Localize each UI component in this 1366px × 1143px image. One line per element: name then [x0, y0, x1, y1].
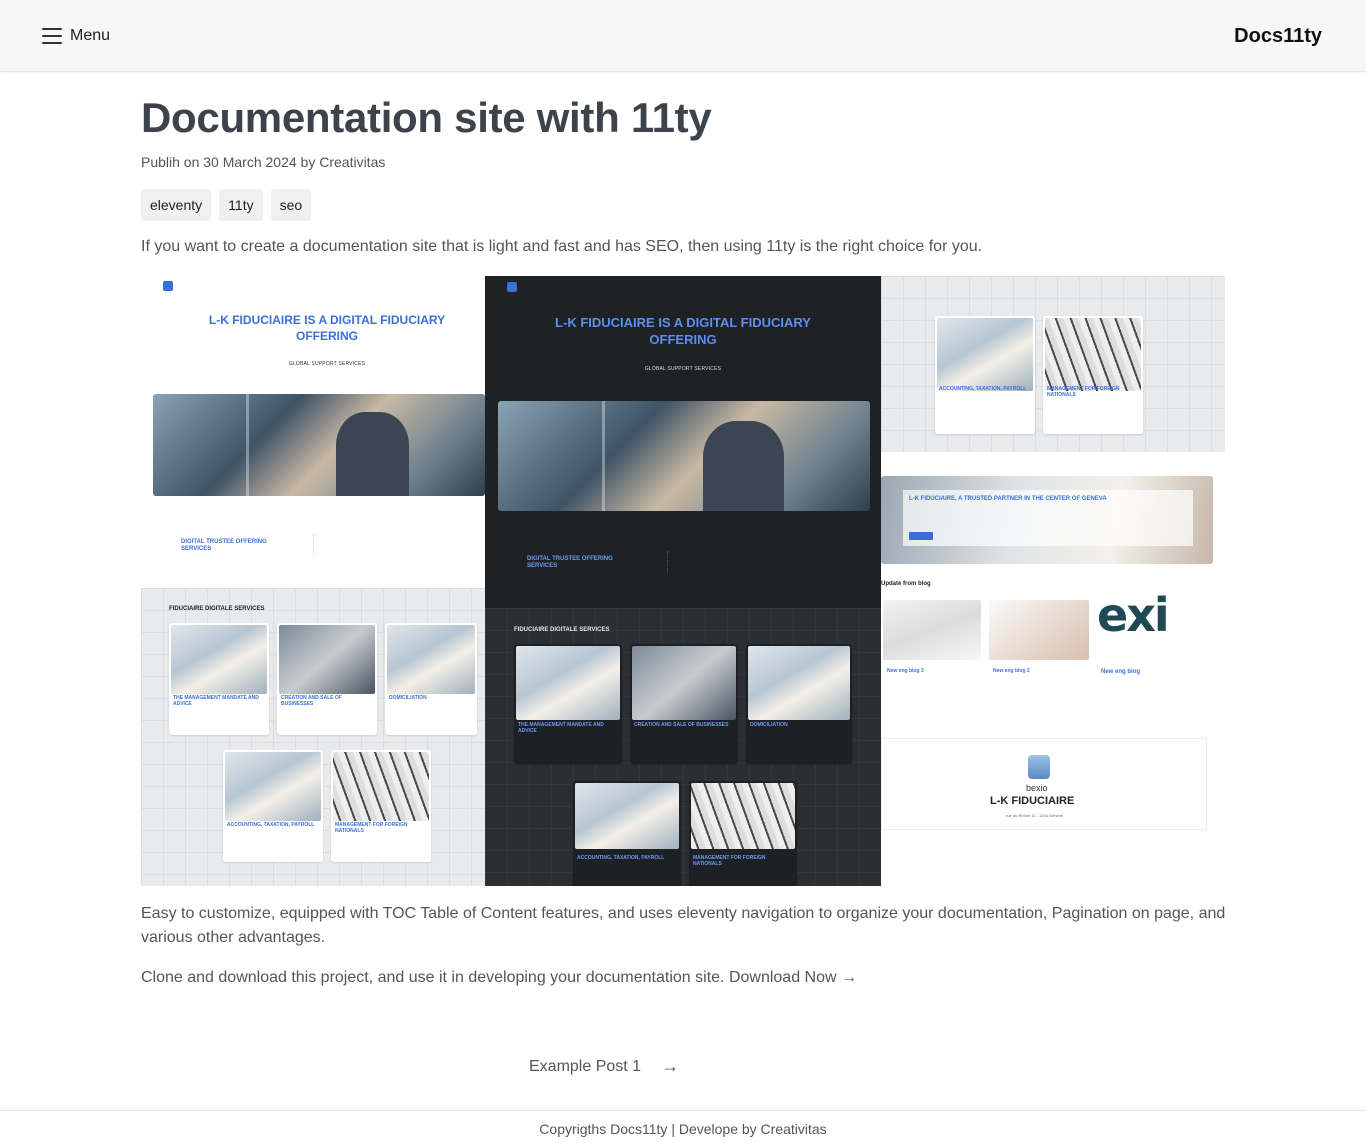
card-label: MANAGEMENT FOR FOREIGN NATIONALS [335, 822, 408, 834]
card-thumb [937, 318, 1033, 392]
card-creation-light: CREATION AND SALE OF BUSINESSES [277, 623, 377, 735]
top-navbar: Menu Docs11ty [0, 0, 1366, 72]
post-intro: If you want to create a documentation si… [141, 238, 983, 255]
card-label: THE MANAGEMENT MANDATE AND ADVICE [518, 722, 604, 734]
address-text: rue du Rhône 11 - 1204 Genève [1006, 813, 1064, 818]
clone-text: Clone and download this project, and use… [141, 969, 725, 986]
read-more-mini-button [909, 532, 933, 540]
next-post-label: Example Post 1 [529, 1057, 642, 1075]
card-label: MANAGEMENT FOR FOREIGN NATIONALS [693, 855, 766, 867]
tag-list: eleventy 11ty seo [141, 189, 312, 221]
card-thumb [1045, 318, 1141, 392]
mini-logo-icon [507, 282, 517, 292]
service-list-light [313, 534, 453, 556]
card-thumb [632, 646, 736, 721]
showcase-light-panel: L-K FIDUCIAIRE IS A DIGITAL FIDUCIARY OF… [141, 276, 485, 886]
download-now-link[interactable]: Download Now → [729, 969, 857, 986]
bexio-badge-icon [1028, 755, 1050, 779]
hamburger-icon [42, 28, 62, 44]
mini-footer: bexio L-K FIDUCIAIRE rue du Rhône 11 - 1… [881, 738, 1207, 830]
card-label: ACCOUNTING, TAXATION, PAYROLL [577, 855, 665, 861]
blog-heading: Update from blog [881, 581, 931, 587]
hero-photo-dark [498, 401, 870, 511]
card-mandate-dark: THE MANAGEMENT MANDATE AND ADVICE [514, 644, 622, 764]
card-thumb [883, 600, 981, 660]
card-accounting-dark: ACCOUNTING, TAXATION, PAYROLL [573, 781, 681, 886]
services-heading-light: FIDUCIAIRE DIGITALE SERVICES [169, 606, 265, 612]
card-accounting-light: ACCOUNTING, TAXATION, PAYROLL [223, 750, 323, 862]
footer-text: Copyrigths Docs11ty | Develope by Creati… [539, 1121, 827, 1137]
card-thumb [516, 646, 620, 721]
card-mandate-light: THE MANAGEMENT MANDATE AND ADVICE [169, 623, 269, 735]
card-creation-dark: CREATION AND SALE OF BUSINESSES [630, 644, 738, 764]
card-thumb [387, 625, 475, 695]
card-label: THE MANAGEMENT MANDATE AND ADVICE [173, 695, 259, 707]
site-footer: Copyrigths Docs11ty | Develope by Creati… [0, 1110, 1366, 1143]
card-label: CREATION AND SALE OF BUSINESSES [281, 695, 342, 707]
card-thumb [748, 646, 850, 721]
next-post-link[interactable]: Example Post 1 → [529, 1056, 679, 1077]
card-label: MANAGEMENT FOR FOREIGN NATIONALS [1047, 386, 1120, 398]
card-foreign-light: MANAGEMENT FOR FOREIGN NATIONALS [331, 750, 431, 862]
card-label: New eng blog 3 [887, 668, 924, 674]
card-thumb [171, 625, 267, 695]
clone-paragraph: Clone and download this project, and use… [141, 966, 1226, 990]
card-label: CREATION AND SALE OF BUSINESSES [634, 722, 729, 728]
card-foreign-right: MANAGEMENT FOR FOREIGN NATIONALS [1043, 316, 1143, 434]
card-domiciliation-light: DOMICILIATION [385, 623, 477, 735]
card-accounting-right: ACCOUNTING, TAXATION, PAYROLL [935, 316, 1035, 434]
digital-trustee-light: DIGITAL TRUSTEE OFFERING SERVICES [181, 539, 267, 552]
showcase-dark-panel: L-K FIDUCIAIRE IS A DIGITAL FIDUCIARY OF… [485, 276, 881, 886]
brand-link[interactable]: Docs11ty [1234, 25, 1322, 48]
blog-card-1-label: New eng blog [1101, 669, 1140, 675]
showcase-right-panel: ACCOUNTING, TAXATION, PAYROLL MANAGEMENT… [881, 276, 1225, 886]
lk-fiduciaire-name: L-K FIDUCIAIRE [990, 795, 1075, 807]
post-title: Documentation site with 11ty [141, 94, 712, 141]
digital-trustee-dark: DIGITAL TRUSTEE OFFERING SERVICES [527, 556, 613, 569]
card-label: ACCOUNTING, TAXATION, PAYROLL [227, 822, 315, 828]
card-thumb [989, 600, 1089, 660]
card-label: DOMICILIATION [750, 722, 788, 728]
hero-heading-dark: L-K FIDUCIAIRE IS A DIGITAL FIDUCIARY OF… [555, 315, 811, 347]
trusted-partner-banner: L-K FIDUCIAIRE, A TRUSTED PARTNER IN THE… [881, 476, 1213, 564]
tag-eleventy[interactable]: eleventy [141, 189, 212, 221]
card-thumb [225, 752, 321, 822]
card-label: New eng blog 2 [993, 668, 1030, 674]
tag-seo[interactable]: seo [270, 189, 312, 221]
card-domiciliation-dark: DOMICILIATION [746, 644, 852, 764]
hero-sub-light: GLOBAL SUPPORT SERVICES [288, 361, 366, 367]
showcase-image: L-K FIDUCIAIRE IS A DIGITAL FIDUCIARY OF… [141, 276, 1225, 886]
service-list-dark [667, 551, 817, 573]
features-paragraph: Easy to customize, equipped with TOC Tab… [141, 905, 1226, 946]
hero-photo-light [153, 394, 485, 496]
bexio-label: bexio [1026, 783, 1048, 793]
blog-card-2: New eng blog 2 [989, 600, 1089, 708]
hero-heading-light: L-K FIDUCIAIRE IS A DIGITAL FIDUCIARY OF… [208, 313, 446, 343]
menu-label: Menu [70, 27, 111, 44]
card-thumb [333, 752, 429, 822]
card-foreign-dark: MANAGEMENT FOR FOREIGN NATIONALS [689, 781, 797, 886]
post-meta: Publih on 30 March 2024 by Creativitas [141, 154, 386, 170]
exi-logo: exi [1097, 588, 1170, 642]
services-heading-dark: FIDUCIAIRE DIGITALE SERVICES [514, 627, 610, 633]
card-thumb [691, 783, 795, 849]
menu-button[interactable]: Menu [42, 24, 110, 48]
card-label: ACCOUNTING, TAXATION, PAYROLL [939, 386, 1027, 392]
hero-sub-dark: GLOBAL SUPPORT SERVICES [644, 366, 722, 372]
mini-logo-icon [163, 281, 173, 291]
trusted-partner-heading: L-K FIDUCIAIRE, A TRUSTED PARTNER IN THE… [909, 496, 1107, 502]
card-label: DOMICILIATION [389, 695, 427, 701]
blog-card-3: New eng blog 3 [883, 600, 981, 708]
arrow-right-icon: → [661, 1056, 680, 1076]
card-thumb [575, 783, 679, 849]
card-thumb [279, 625, 375, 695]
tag-11ty[interactable]: 11ty [219, 189, 263, 221]
